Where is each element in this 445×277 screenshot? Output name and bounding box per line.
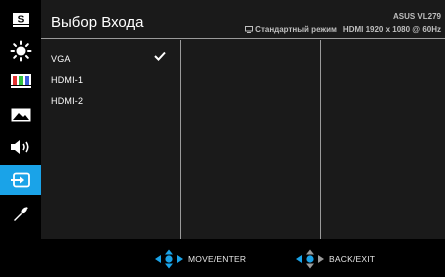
sidebar-item-sound[interactable] (0, 132, 41, 162)
option-label: HDMI-1 (51, 75, 84, 85)
sound-icon (10, 140, 29, 154)
status-line: Стандартный режим HDMI 1920 x 1080 @ 60H… (245, 25, 441, 34)
move-enter-hint: MOVE/ENTER (154, 249, 246, 269)
sidebar-item-brightness[interactable] (0, 36, 41, 66)
page-title: Выбор Входа (51, 14, 144, 31)
resolution-label: HDMI 1920 x 1080 @ 60Hz (342, 25, 441, 34)
header-divider (41, 38, 445, 39)
svg-text:S: S (17, 15, 24, 26)
splendid-s-icon: S (12, 13, 29, 27)
sidebar-item-color[interactable] (0, 66, 41, 96)
menu-panel: Выбор Входа ASUS VL279 Стандартный режим… (41, 0, 445, 239)
header: Выбор Входа ASUS VL279 Стандартный режим… (41, 0, 445, 38)
sidebar-item-system[interactable] (0, 199, 41, 229)
column-divider (320, 40, 321, 239)
back-exit-hint: BACK/EXIT (295, 249, 375, 269)
option-label: VGA (51, 54, 71, 64)
move-enter-label: MOVE/ENTER (188, 254, 247, 264)
mode-label: Стандартный режим (255, 25, 337, 34)
sidebar: S (0, 0, 41, 277)
image-icon (11, 108, 30, 122)
input-list: VGA HDMI-1 HDMI-2 (51, 51, 166, 117)
checkmark-icon (154, 51, 166, 61)
back-exit-label: BACK/EXIT (329, 254, 376, 264)
column-divider (180, 40, 181, 239)
footer: MOVE/ENTER BACK/EXIT (41, 239, 445, 277)
color-bars-icon (10, 74, 31, 88)
brightness-icon (10, 40, 31, 62)
input-option-hdmi-2[interactable]: HDMI-2 (51, 96, 166, 117)
input-select-icon (10, 172, 30, 188)
option-label: HDMI-2 (51, 96, 84, 106)
sidebar-item-input-select[interactable] (0, 165, 41, 195)
sidebar-item-image[interactable] (0, 100, 41, 130)
model-name: ASUS VL279 (392, 12, 441, 21)
sidebar-item-splendid[interactable]: S (0, 5, 41, 35)
wrench-icon (13, 207, 28, 221)
joystick-icon (296, 249, 324, 269)
input-option-hdmi-1[interactable]: HDMI-1 (51, 75, 166, 96)
input-option-vga[interactable]: VGA (51, 51, 166, 75)
monitor-icon (245, 26, 254, 33)
joystick-icon (155, 249, 183, 269)
